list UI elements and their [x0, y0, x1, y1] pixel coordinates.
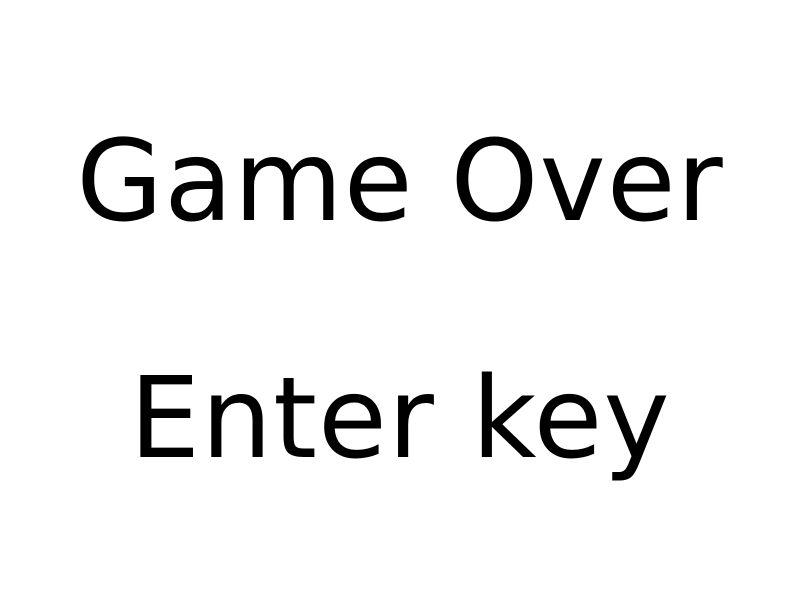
game-over-title: Game Over — [76, 117, 724, 247]
enter-key-prompt: Enter key — [129, 354, 671, 484]
game-over-screen: Game Over Enter key — [0, 0, 800, 600]
